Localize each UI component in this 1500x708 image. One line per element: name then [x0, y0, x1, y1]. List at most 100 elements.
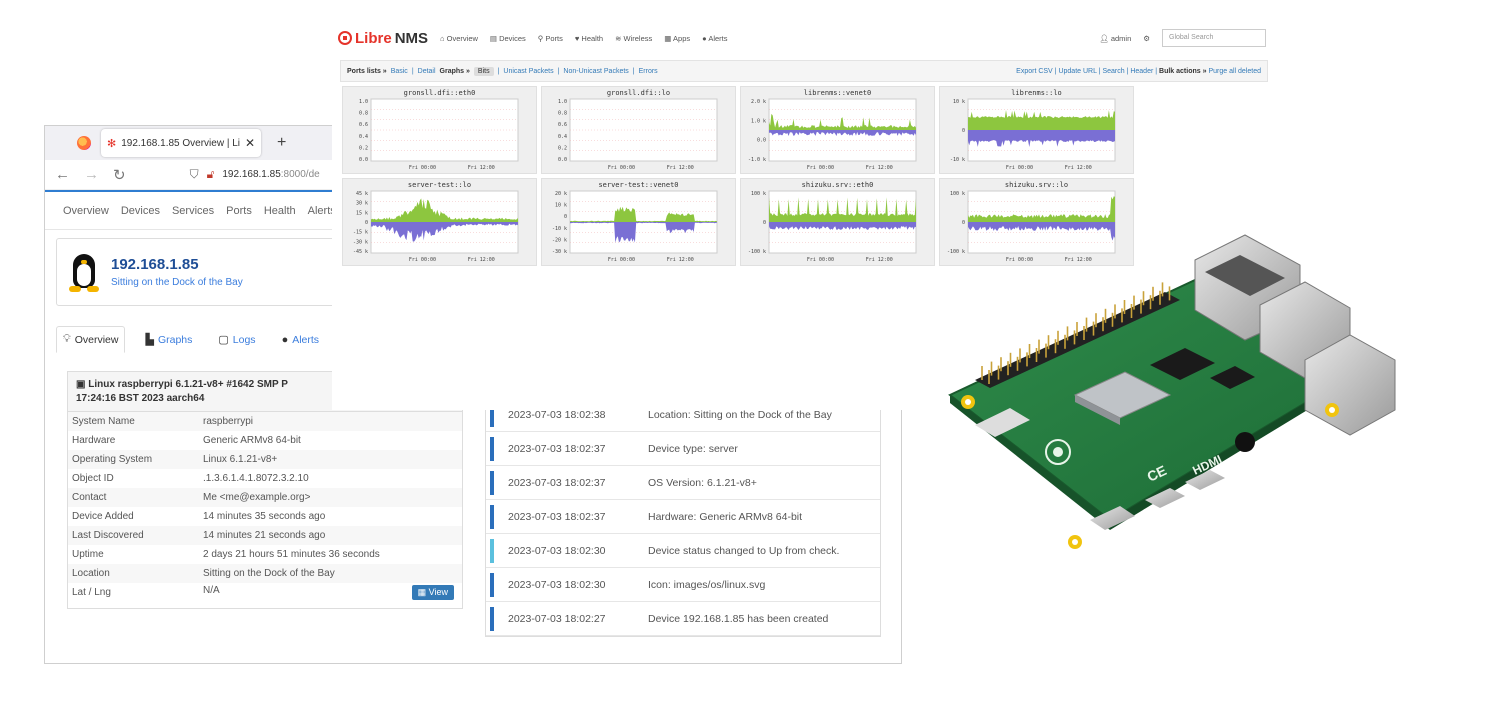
librenms-logo[interactable]: Libre NMS	[338, 30, 428, 47]
event-message: Device type: server	[648, 442, 738, 455]
bulk-actions-label: Bulk actions »	[1159, 67, 1207, 75]
nav-health[interactable]: Health	[264, 205, 296, 217]
link-errors[interactable]: Errors	[639, 68, 658, 75]
y-tick-label: 10 k	[555, 203, 567, 209]
event-message: Device 192.168.1.85 has been created	[648, 612, 829, 625]
event-row: 2023-07-03 18:02:37 Hardware: Generic ARM…	[486, 500, 880, 534]
view-map-button[interactable]: ▦ View	[411, 585, 454, 600]
nav-devices[interactable]: Devices	[121, 205, 160, 217]
gear-icon[interactable]: ⚙	[1143, 34, 1150, 43]
file-icon: ▢	[218, 334, 229, 346]
lightbulb-icon: 💡︎	[63, 333, 71, 345]
address-field[interactable]: ⛉ 🔓︎ 192.168.1.85:8000/de	[190, 167, 320, 182]
y-tick-label: 10 k	[953, 99, 965, 105]
lnms-nav-alerts[interactable]: ● Alerts	[702, 34, 727, 43]
overview-row: Object ID .1.3.6.1.4.1.8072.3.2.10	[68, 469, 462, 488]
event-message: Icon: images/os/linux.svg	[648, 578, 766, 591]
librenms-mark-icon	[338, 31, 352, 45]
y-tick-label: -1.0 k	[748, 157, 766, 163]
event-message: Location: Sitting on the Dock of the Bay	[648, 408, 832, 421]
lnms-nav-overview[interactable]: ⌂ Overview	[440, 34, 478, 43]
reload-icon[interactable]: ↻	[113, 166, 126, 184]
y-tick-label: -100 k	[748, 249, 766, 255]
y-tick-label: 30 k	[356, 201, 368, 207]
url-host: 192.168.1.85	[222, 169, 281, 180]
graph-title: gronsll.dfi::lo	[606, 89, 671, 97]
lnms-nav-apps[interactable]: ▦ Apps	[664, 34, 690, 43]
severity-bar	[490, 504, 494, 529]
lnms-nav-ports[interactable]: ⚲ Ports	[538, 34, 563, 43]
device-tabs: 💡︎Overview ▙Graphs ▢Logs ●Alerts ▥	[56, 326, 361, 353]
tab-alerts[interactable]: ● Alerts	[276, 328, 326, 352]
link-detail[interactable]: Detail	[418, 68, 436, 75]
event-row: 2023-07-03 18:02:37 Device type: server	[486, 432, 880, 466]
overview-value: Sitting on the Dock of the Bay	[199, 564, 462, 583]
lnms-nav-health[interactable]: ♥ Health	[575, 34, 603, 43]
overview-key: Uptime	[72, 549, 104, 560]
device-title[interactable]: 192.168.1.85	[111, 256, 243, 273]
tab-label: Alerts	[292, 333, 320, 346]
event-time: 2023-07-03 18:02:37	[508, 442, 606, 455]
link-purge-deleted[interactable]: Purge all deleted	[1208, 68, 1261, 75]
link-unicast[interactable]: Unicast Packets	[503, 68, 553, 75]
graph-canvas: 20 k 10 k 0 -10 k -20 k -30 k Fri 00:00 Fri 12:…	[552, 190, 718, 263]
nav-overview[interactable]: Overview	[63, 205, 109, 217]
link-header[interactable]: Header	[1130, 68, 1153, 75]
nav-label: Alerts	[708, 33, 728, 43]
link-search[interactable]: Search	[1102, 68, 1124, 75]
traffic-graph[interactable]: 45 k 30 k 15 k 0 -15 k -30 k -45 k Fri 00:00 Fri…	[342, 178, 537, 266]
link-export-csv[interactable]: Export CSV	[1016, 68, 1053, 75]
tab-logs[interactable]: ▢ Logs	[212, 327, 261, 352]
overview-value: 14 minutes 21 seconds ago	[199, 526, 462, 545]
nav-ports[interactable]: Ports	[226, 205, 252, 217]
back-icon[interactable]: ←	[55, 166, 70, 183]
traffic-graph[interactable]: 2.0 k 1.0 k 0.0 -1.0 k Fri 00:00 Fri 12:00 lib…	[740, 86, 935, 174]
link-update-url[interactable]: Update URL	[1058, 68, 1096, 75]
user-menu[interactable]: 👤︎ admin	[1099, 34, 1131, 43]
y-tick-label: 0.4	[359, 134, 368, 140]
traffic-graph[interactable]: 1.0 0.8 0.6 0.4 0.2 0.0 Fri 00:00 Fri 12:00 gron…	[342, 86, 537, 174]
ports-lists-label: Ports lists »	[347, 67, 387, 75]
severity-bar	[490, 470, 494, 495]
event-time: 2023-07-03 18:02:30	[508, 544, 606, 557]
y-tick-label: -45 k	[353, 249, 368, 255]
ports-toolbar: Ports lists » Basic | Detail Graphs » Bit…	[340, 60, 1268, 82]
y-tick-label: 0.6	[359, 122, 368, 128]
os-header-line-1: Linux raspberrypi 6.1.21-v8+ #1642 SMP P	[88, 379, 288, 390]
device-location[interactable]: Sitting on the Dock of the Bay	[111, 277, 243, 288]
tab-overview[interactable]: 💡︎ Overview	[56, 326, 126, 353]
lnms-nav-wireless[interactable]: ≋ Wireless	[615, 34, 652, 43]
lnms-nav-devices[interactable]: ▤ Devices	[490, 34, 526, 43]
y-tick-label: 0.4	[558, 134, 567, 140]
raspberry-pi-photo: CE HDMI	[948, 234, 1396, 549]
toolbar-right: Export CSV | Update URL | Search | Heade…	[1016, 67, 1261, 75]
area-chart-icon: ▙	[145, 334, 154, 346]
traffic-graph[interactable]: 10 k 0 -10 k Fri 00:00 Fri 12:00 librenms::lo	[939, 86, 1134, 174]
close-icon[interactable]: ✕	[245, 136, 255, 150]
forward-icon[interactable]: →	[84, 166, 99, 183]
shield-icon: ⛉	[189, 167, 199, 181]
traffic-graph[interactable]: 100 k 0 -100 k Fri 00:00 Fri 12:00 shizuku.sr…	[740, 178, 935, 266]
event-message: OS Version: 6.1.21-v8+	[648, 476, 757, 489]
traffic-graph[interactable]: 20 k 10 k 0 -10 k -20 k -30 k Fri 00:00 Fri 12:…	[541, 178, 736, 266]
link-basic[interactable]: Basic	[391, 68, 408, 75]
global-search-input[interactable]: Global Search	[1162, 29, 1266, 47]
overview-value-text: 14 minutes 21 seconds ago	[203, 530, 326, 541]
link-non-unicast[interactable]: Non-Unicast Packets	[563, 68, 628, 75]
y-tick-label: 2.0 k	[751, 99, 766, 105]
overview-key: Location	[68, 564, 199, 583]
x-tick-label: Fri 12:00	[468, 165, 495, 171]
tab-graphs[interactable]: ▙ Graphs	[139, 327, 198, 352]
new-tab-icon[interactable]: +	[277, 134, 286, 152]
x-tick-label: Fri 00:00	[1006, 165, 1033, 171]
brand-part-a: Libre	[355, 29, 392, 47]
y-tick-label: 0.8	[558, 111, 567, 117]
link-bits[interactable]: Bits	[473, 66, 494, 76]
overview-value-text: Sitting on the Dock of the Bay	[203, 568, 335, 579]
plot-area	[569, 98, 718, 162]
overview-key: System Name	[68, 412, 199, 431]
traffic-graph[interactable]: 1.0 0.8 0.6 0.4 0.2 0.0 Fri 00:00 Fri 12:00 gron…	[541, 86, 736, 174]
browser-tab[interactable]: ✻ 192.168.1.85 Overview | LibreN ✕	[101, 129, 261, 157]
y-tick-label: 0	[365, 220, 368, 226]
nav-services[interactable]: Services	[172, 205, 214, 217]
